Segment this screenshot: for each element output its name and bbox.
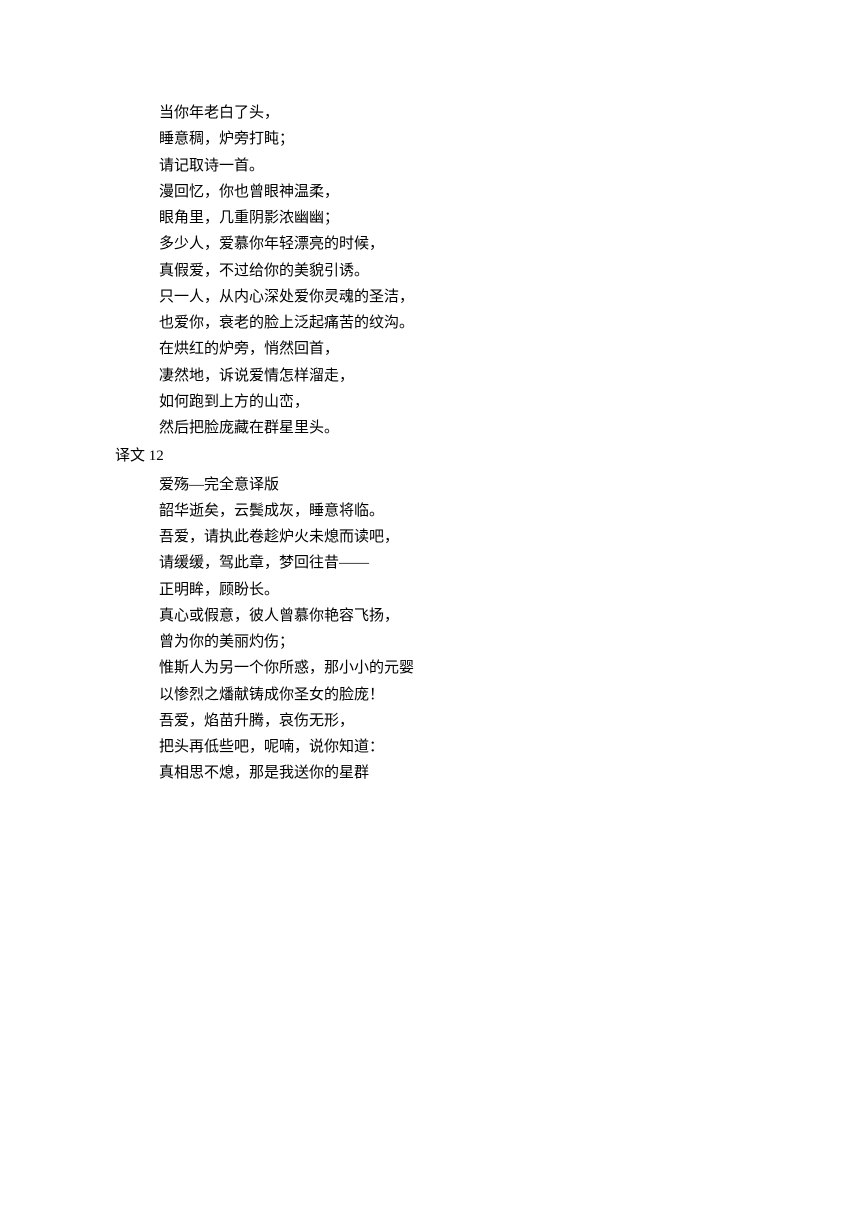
poem-line: 真相思不熄，那是我送你的星群: [159, 760, 860, 786]
poem-line: 惟斯人为另一个你所惑，那小小的元婴: [159, 655, 860, 681]
poem-block-2: 爱殇—完全意译版 韶华逝矣，云鬓成灰，睡意将临。 吾爱，请执此卷趁炉火未熄而读吧…: [159, 472, 860, 787]
poem-block-1: 当你年老白了头， 睡意稠，炉旁打盹； 请记取诗一首。 漫回忆，你也曾眼神温柔， …: [159, 100, 860, 441]
poem-line: 也爱你，衰老的脸上泛起痛苦的纹沟。: [159, 310, 860, 336]
section-label: 译文 12: [115, 443, 860, 469]
poem-line: 真心或假意，彼人曾慕你艳容飞扬，: [159, 603, 860, 629]
poem-line: 吾爱，焰苗升腾，哀伤无形，: [159, 708, 860, 734]
poem-line: 请缓缓，驾此章，梦回往昔——: [159, 550, 860, 576]
poem-line: 曾为你的美丽灼伤；: [159, 629, 860, 655]
poem-line: 如何跑到上方的山峦，: [159, 389, 860, 415]
poem-line: 当你年老白了头，: [159, 100, 860, 126]
poem-line: 以惨烈之燔献铸成你圣女的脸庞！: [159, 682, 860, 708]
poem-line: 然后把脸庞藏在群星里头。: [159, 415, 860, 441]
poem-line: 真假爱，不过给你的美貌引诱。: [159, 258, 860, 284]
poem-line: 请记取诗一首。: [159, 153, 860, 179]
poem-line: 多少人，爱慕你年轻漂亮的时候，: [159, 231, 860, 257]
poem-line: 凄然地，诉说爱情怎样溜走，: [159, 363, 860, 389]
poem-line: 吾爱，请执此卷趁炉火未熄而读吧，: [159, 524, 860, 550]
poem-line: 正明眸，顾盼长。: [159, 577, 860, 603]
poem-line: 把头再低些吧，呢喃，说你知道：: [159, 734, 860, 760]
poem-line: 只一人，从内心深处爱你灵魂的圣洁，: [159, 284, 860, 310]
poem-line: 睡意稠，炉旁打盹；: [159, 126, 860, 152]
poem-line: 漫回忆，你也曾眼神温柔，: [159, 179, 860, 205]
poem-line: 在烘红的炉旁，悄然回首，: [159, 336, 860, 362]
poem-line: 眼角里，几重阴影浓幽幽；: [159, 205, 860, 231]
poem-line: 韶华逝矣，云鬓成灰，睡意将临。: [159, 498, 860, 524]
poem-line: 爱殇—完全意译版: [159, 472, 860, 498]
